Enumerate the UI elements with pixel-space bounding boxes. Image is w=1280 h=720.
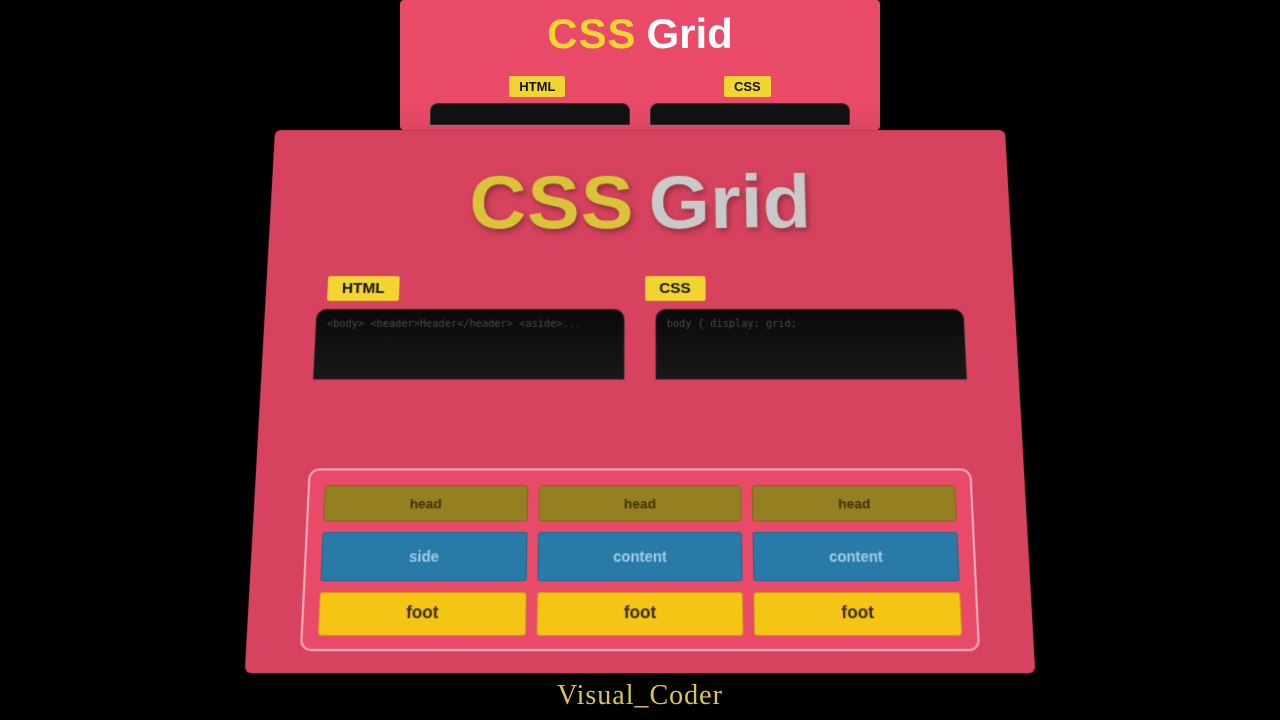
tag-html-front: HTML	[327, 276, 399, 301]
grid-cell-content-2: content	[753, 532, 960, 581]
title-back: CSSGrid	[400, 10, 880, 58]
tag-css-front: CSS	[645, 276, 705, 301]
grid-cell-content-1: content	[537, 532, 743, 581]
grid-cell-foot-3: foot	[754, 592, 962, 636]
tags-row-front: HTML CSS	[265, 276, 1014, 301]
code-panel-css: body { display: grid;	[655, 309, 967, 380]
tag-css-back: CSS	[724, 76, 771, 97]
code-row-front: <body> <header>Header</header> <aside>..…	[261, 301, 1019, 380]
grid-cell-side: side	[320, 532, 527, 581]
card-front: CSSGrid HTML CSS <body> <header>Header</…	[245, 130, 1036, 673]
title-part-css: CSS	[547, 10, 636, 57]
tag-html-back: HTML	[509, 76, 565, 97]
tags-row-back: HTML CSS	[400, 76, 880, 97]
stage: CSSGrid HTML CSS CSSGrid HTML CSS <body>…	[0, 0, 1280, 720]
title-part-grid-front: Grid	[649, 159, 812, 244]
grid-demo-container: head head head side content content foot…	[300, 468, 980, 651]
code-box-css-back	[650, 103, 850, 125]
grid-demo: head head head side content content foot…	[318, 485, 962, 636]
watermark: Visual_Coder	[0, 680, 1280, 712]
card-front-wrap: CSSGrid HTML CSS <body> <header>Header</…	[275, 130, 1005, 660]
card-back: CSSGrid HTML CSS	[400, 0, 880, 130]
title-part-css-front: CSS	[468, 159, 634, 244]
code-strip-back	[400, 97, 880, 125]
grid-cell-foot-2: foot	[536, 592, 744, 636]
grid-cell-head-2: head	[538, 485, 742, 521]
grid-cell-head-3: head	[752, 485, 957, 521]
grid-cell-head-1: head	[323, 485, 528, 521]
code-panel-html: <body> <header>Header</header> <aside>..…	[313, 309, 625, 380]
grid-cell-foot-1: foot	[318, 592, 526, 636]
title-part-grid: Grid	[647, 10, 733, 57]
code-box-html-back	[430, 103, 630, 125]
title-front: CSSGrid	[268, 130, 1011, 247]
